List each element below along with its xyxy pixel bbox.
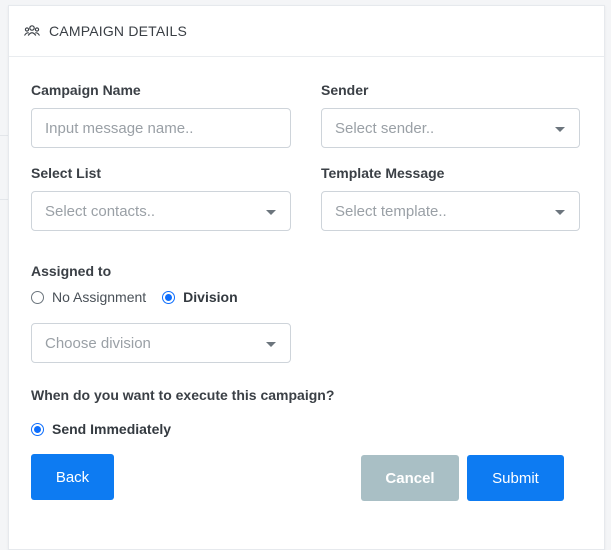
chevron-down-icon	[555, 127, 565, 132]
card-title: CAMPAIGN DETAILS	[49, 23, 188, 39]
no-assignment-radio[interactable]	[31, 290, 44, 304]
background-divider	[0, 199, 8, 200]
campaign-details-card: CAMPAIGN DETAILS Campaign Name Input mes…	[8, 5, 605, 550]
no-assignment-label: No Assignment	[52, 289, 147, 305]
assigned-to-radio-group: No Assignment Division	[31, 289, 238, 305]
submit-button[interactable]: Submit	[467, 455, 564, 501]
campaign-name-input[interactable]: Input message name..	[31, 108, 291, 148]
campaign-name-label: Campaign Name	[31, 82, 141, 98]
assigned-to-label: Assigned to	[31, 263, 112, 279]
send-immediately-radio[interactable]	[31, 422, 44, 436]
send-immediately-label: Send Immediately	[52, 421, 172, 437]
select-list-select[interactable]: Select contacts..	[31, 191, 291, 231]
cancel-button[interactable]: Cancel	[361, 455, 459, 501]
chevron-down-icon	[266, 210, 276, 215]
division-select[interactable]: Choose division	[31, 323, 291, 363]
sender-label: Sender	[321, 82, 369, 98]
users-icon	[24, 25, 40, 37]
execute-question-label: When do you want to execute this campaig…	[31, 387, 335, 403]
select-list-placeholder: Select contacts..	[45, 202, 156, 220]
chevron-down-icon	[266, 342, 276, 347]
card-header: CAMPAIGN DETAILS	[9, 6, 604, 57]
division-placeholder: Choose division	[45, 334, 151, 352]
sender-select[interactable]: Select sender..	[321, 108, 580, 148]
division-radio[interactable]	[162, 290, 176, 304]
template-message-select[interactable]: Select template..	[321, 191, 580, 231]
select-list-label: Select List	[31, 165, 102, 181]
back-button[interactable]: Back	[31, 454, 114, 500]
campaign-name-placeholder: Input message name..	[45, 119, 194, 137]
template-message-placeholder: Select template..	[335, 202, 447, 220]
template-message-label: Template Message	[321, 165, 445, 181]
sender-placeholder: Select sender..	[335, 119, 435, 137]
division-label: Division	[183, 289, 238, 305]
background-divider	[0, 135, 8, 136]
chevron-down-icon	[555, 210, 565, 215]
execute-radio-group: Send Immediately	[31, 421, 171, 437]
